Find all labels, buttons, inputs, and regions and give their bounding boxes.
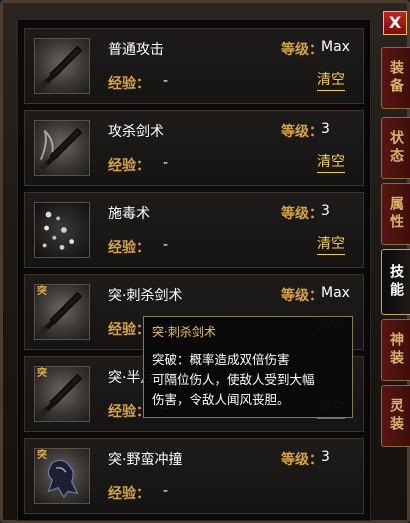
tooltip-line: 可隔位伤人，使敌人受到大幅 [152, 372, 315, 387]
charge-icon: 突 [34, 448, 90, 504]
tab-skills[interactable]: 技能 [381, 249, 410, 315]
skill-row: 普通攻击 等级： Max 经验： - 清空 [24, 28, 364, 104]
exp-label: 经验： [108, 76, 150, 92]
tab-label: 属性 [388, 196, 404, 232]
tab-equipment[interactable]: 装备 [381, 47, 410, 109]
clear-button[interactable]: 清空 [317, 233, 345, 255]
skill-name: 普通攻击 [108, 42, 164, 58]
exp-value: - [163, 483, 169, 499]
tab-label: 装备 [388, 60, 404, 96]
breakthrough-badge: 突 [37, 450, 47, 461]
skill-name: 施毒术 [108, 206, 150, 222]
poison-icon [34, 202, 90, 258]
skills-window: 普通攻击 等级： Max 经验： - 清空 攻杀剑术 等级： 3 经验： - 清… [0, 0, 410, 523]
tab-spirit-gear[interactable]: 灵装 [381, 385, 410, 447]
level-value: Max [321, 285, 350, 301]
level-value: 3 [321, 203, 330, 219]
breakthrough-badge: 突 [37, 368, 47, 379]
tooltip-title: 突·刺杀剑术 [152, 325, 216, 339]
skill-row: 突 突·野蛮冲撞 等级： 3 经验： - [24, 438, 364, 514]
close-button[interactable]: X [383, 11, 407, 35]
level-value: 3 [321, 121, 330, 137]
tab-status[interactable]: 状态 [381, 117, 410, 179]
exp-label: 经验： [108, 158, 150, 174]
sword-icon: 突 [34, 366, 90, 422]
tooltip-line: 突破：概率造成双倍伤害 [152, 352, 290, 367]
breakthrough-badge: 突 [37, 286, 47, 297]
exp-label: 经验： [108, 486, 150, 502]
skill-name: 攻杀剑术 [108, 124, 164, 140]
level-label: 等级： [281, 124, 323, 140]
skill-name: 突·刺杀剑术 [108, 288, 183, 304]
sword-icon: 突 [34, 284, 90, 340]
skill-row: 攻杀剑术 等级： 3 经验： - 清空 [24, 110, 364, 186]
tab-label: 神装 [388, 332, 404, 368]
level-label: 等级： [281, 452, 323, 468]
skill-name: 突·野蛮冲撞 [108, 452, 183, 468]
level-label: 等级： [281, 288, 323, 304]
tab-label: 状态 [388, 130, 404, 166]
level-value: Max [321, 39, 350, 55]
exp-value: - [163, 155, 169, 171]
skill-list[interactable]: 普通攻击 等级： Max 经验： - 清空 攻杀剑术 等级： 3 经验： - 清… [17, 19, 371, 521]
sword-icon [34, 38, 90, 94]
skill-tooltip: 突·刺杀剑术 突破：概率造成双倍伤害 可隔位伤人，使敌人受到大幅 伤害，令敌人闻… [143, 316, 353, 418]
level-label: 等级： [281, 42, 323, 58]
skill-row: 施毒术 等级： 3 经验： - 清空 [24, 192, 364, 268]
tab-label: 技能 [388, 264, 404, 300]
tab-divine-gear[interactable]: 神装 [381, 319, 410, 381]
sword-icon [34, 120, 90, 176]
tab-attributes[interactable]: 属性 [381, 183, 410, 245]
clear-button[interactable]: 清空 [317, 69, 345, 91]
tab-label: 灵装 [388, 398, 404, 434]
exp-label: 经验： [108, 240, 150, 256]
exp-value: - [163, 237, 169, 253]
tooltip-line: 伤害，令敌人闻风丧胆。 [152, 392, 290, 407]
exp-value: - [163, 73, 169, 89]
level-label: 等级： [281, 206, 323, 222]
level-value: 3 [321, 449, 330, 465]
clear-button[interactable]: 清空 [317, 151, 345, 173]
